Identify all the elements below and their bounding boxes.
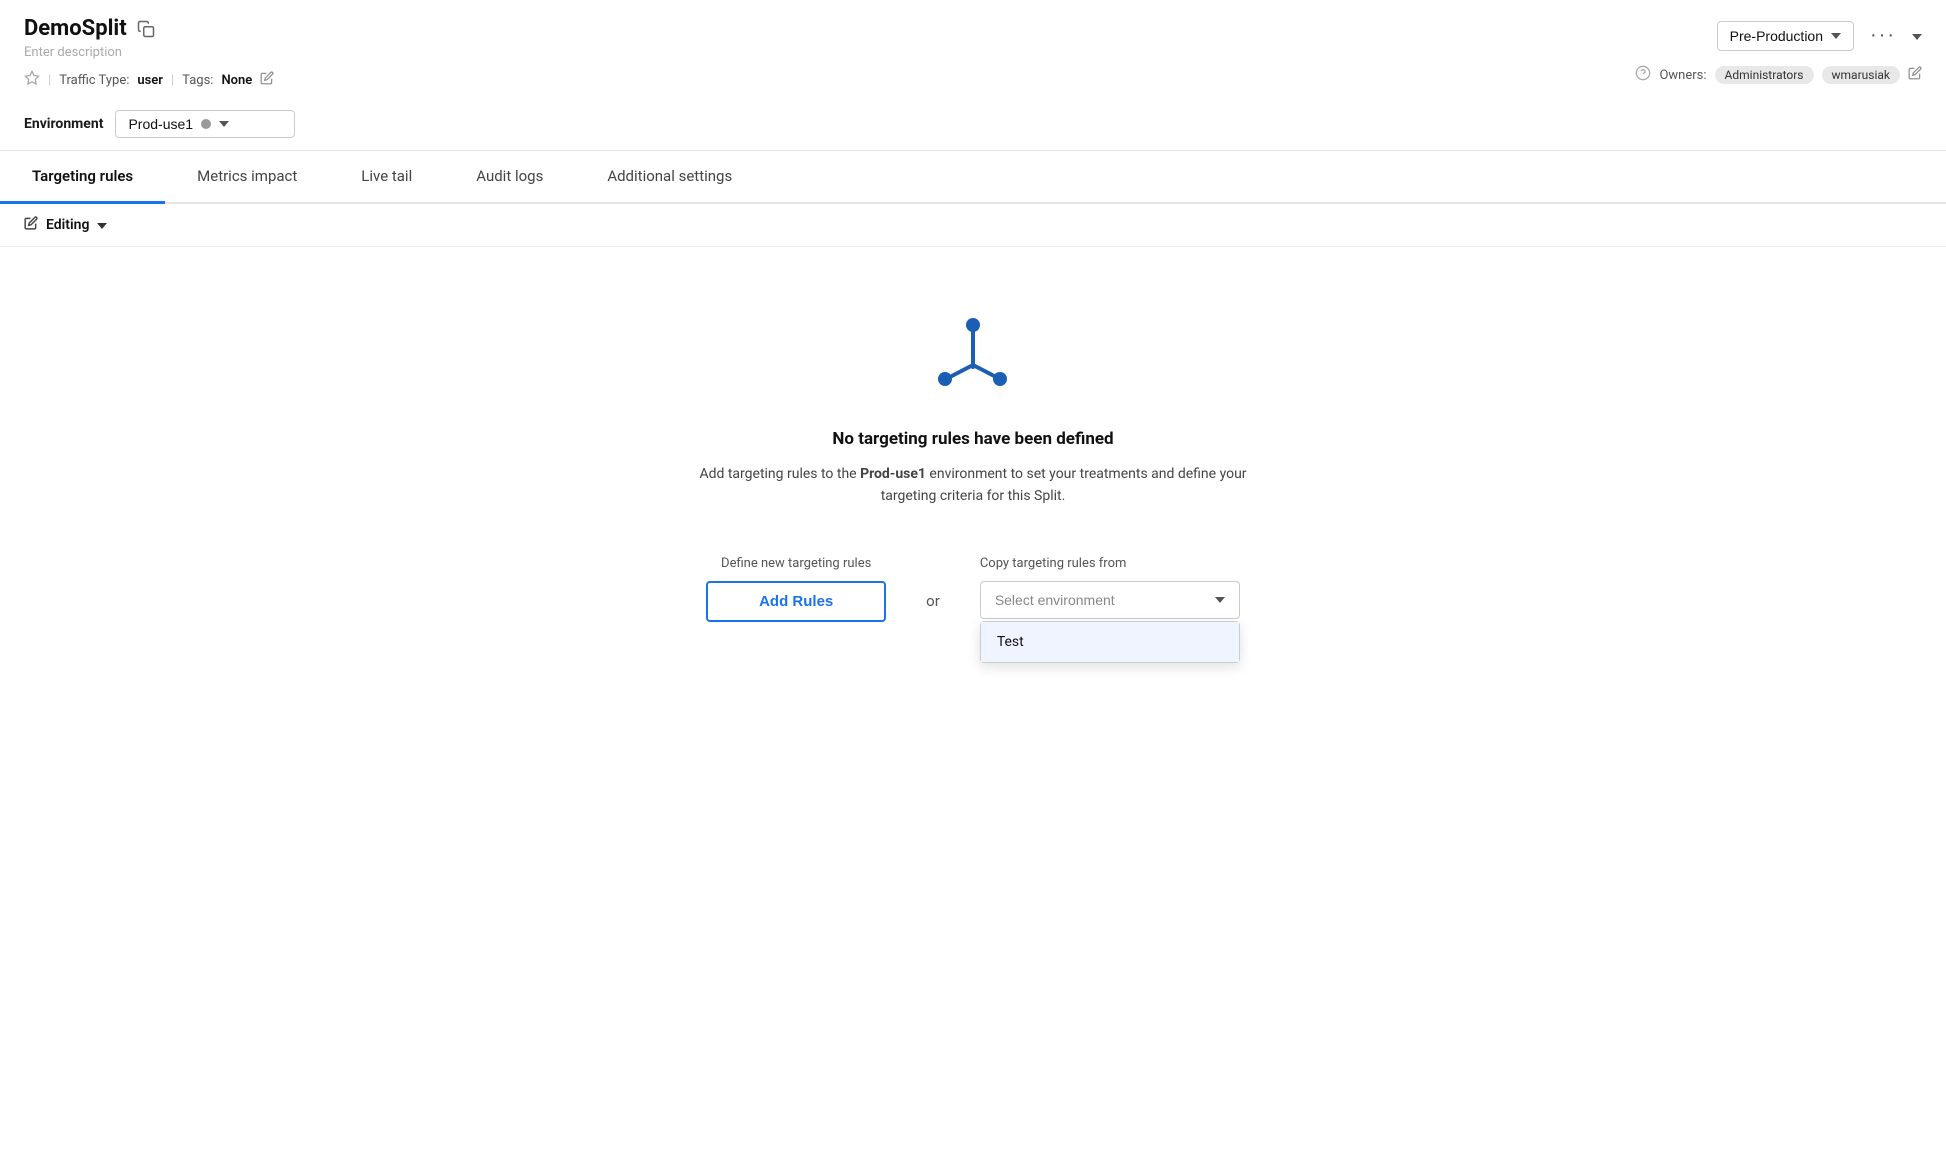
tab-bar: Targeting rules Metrics impact Live tail… <box>0 151 1946 204</box>
page-header: DemoSplit Enter description | Traffic Ty… <box>0 0 1946 98</box>
select-environment-wrap: Select environment Test <box>980 581 1240 619</box>
tags-value: None <box>221 73 252 88</box>
pencil-icon <box>24 216 38 234</box>
define-rules-label: Define new targeting rules <box>721 556 871 571</box>
page-title: DemoSplit <box>24 16 127 41</box>
traffic-type-value: user <box>137 73 163 88</box>
more-options-button[interactable]: ··· <box>1862 20 1904 51</box>
editing-bar[interactable]: Editing <box>0 204 1946 247</box>
expand-button[interactable] <box>1912 28 1922 43</box>
header-right: Pre-Production ··· Owners: Adminis <box>1635 20 1922 85</box>
tags-label: Tags: <box>182 73 213 88</box>
description-placeholder[interactable]: Enter description <box>24 45 274 60</box>
meta-divider-1: | <box>48 73 51 88</box>
environment-dropdown[interactable]: Pre-Production <box>1717 21 1854 51</box>
title-row: DemoSplit <box>24 16 274 41</box>
select-environment-button[interactable]: Select environment <box>980 581 1240 619</box>
define-rules-col: Define new targeting rules Add Rules <box>706 556 886 622</box>
no-rules-desc-prefix: Add targeting rules to the <box>699 466 860 482</box>
owners-label: Owners: <box>1659 68 1706 83</box>
empty-state-icon <box>928 307 1018 401</box>
environment-select-button[interactable]: Prod-use1 <box>115 110 295 138</box>
help-icon <box>1635 65 1651 85</box>
select-env-placeholder: Select environment <box>995 592 1115 608</box>
meta-row: | Traffic Type: user | Tags: None <box>24 70 274 90</box>
select-env-chevron <box>1215 597 1225 603</box>
environment-label: Environment <box>24 116 103 132</box>
no-rules-description: Add targeting rules to the Prod-use1 env… <box>693 463 1253 508</box>
env-select-chevron <box>219 121 229 127</box>
env-status-dot <box>201 119 211 129</box>
editing-chevron <box>97 217 107 233</box>
header-left: DemoSplit Enter description | Traffic Ty… <box>24 16 274 90</box>
copy-icon[interactable] <box>137 20 155 38</box>
copy-rules-label: Copy targeting rules from <box>980 556 1127 571</box>
environment-bar: Environment Prod-use1 <box>0 98 1946 151</box>
dropdown-item-test[interactable]: Test <box>981 622 1239 662</box>
meta-divider-2: | <box>171 73 174 88</box>
star-icon[interactable] <box>24 70 40 90</box>
tab-live-tail[interactable]: Live tail <box>329 151 444 204</box>
action-row: Define new targeting rules Add Rules or … <box>706 556 1240 622</box>
tab-additional-settings[interactable]: Additional settings <box>575 151 764 204</box>
tags-edit-icon[interactable] <box>260 71 274 89</box>
expand-chevron <box>1912 34 1922 40</box>
tab-targeting-rules[interactable]: Targeting rules <box>0 151 165 204</box>
owners-row: Owners: Administrators wmarusiak <box>1635 65 1922 85</box>
copy-rules-col: Copy targeting rules from Select environ… <box>980 556 1240 619</box>
environment-dropdown-label: Pre-Production <box>1730 28 1823 44</box>
tab-metrics-impact[interactable]: Metrics impact <box>165 151 329 204</box>
or-separator: or <box>926 592 940 610</box>
env-select-label: Prod-use1 <box>128 116 193 132</box>
owner-badge-2: wmarusiak <box>1822 66 1900 84</box>
traffic-type-label: Traffic Type: <box>59 73 129 88</box>
main-content: No targeting rules have been defined Add… <box>0 247 1946 662</box>
env-dropdown-chevron <box>1831 33 1841 39</box>
tab-audit-logs[interactable]: Audit logs <box>444 151 575 204</box>
owner-badge-1: Administrators <box>1715 66 1814 84</box>
no-rules-desc-env: Prod-use1 <box>860 466 926 482</box>
add-rules-button[interactable]: Add Rules <box>706 581 886 622</box>
no-rules-desc-suffix: environment to set your treatments and d… <box>881 466 1247 504</box>
owners-edit-icon[interactable] <box>1908 66 1922 84</box>
environment-dropdown-menu: Test <box>980 621 1240 663</box>
no-rules-title: No targeting rules have been defined <box>832 429 1113 449</box>
editing-label: Editing <box>46 217 89 233</box>
